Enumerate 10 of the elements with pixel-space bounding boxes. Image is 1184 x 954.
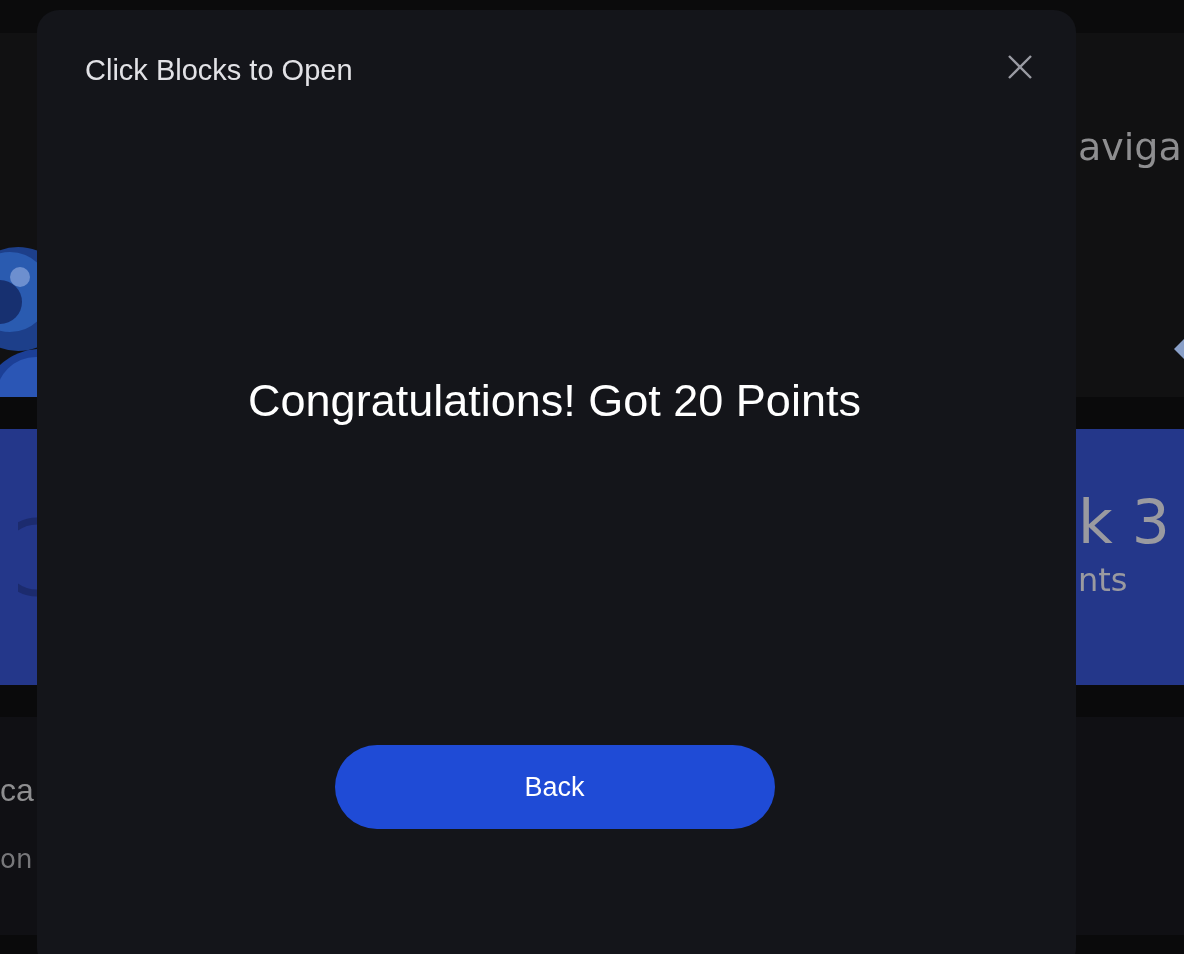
nav-text: aviga [1078, 125, 1182, 169]
dialog-title: Click Blocks to Open [85, 54, 353, 87]
message: Congratulations! Got 20 Points [248, 375, 861, 427]
close-icon [1007, 54, 1033, 80]
banner-subtitle: nts [1078, 561, 1128, 599]
ring-icon [18, 517, 37, 597]
banner-title: k 3 [1078, 489, 1170, 555]
card-title: ca [0, 773, 34, 809]
card-text: on [0, 844, 34, 875]
back-button[interactable]: Back [334, 745, 775, 829]
